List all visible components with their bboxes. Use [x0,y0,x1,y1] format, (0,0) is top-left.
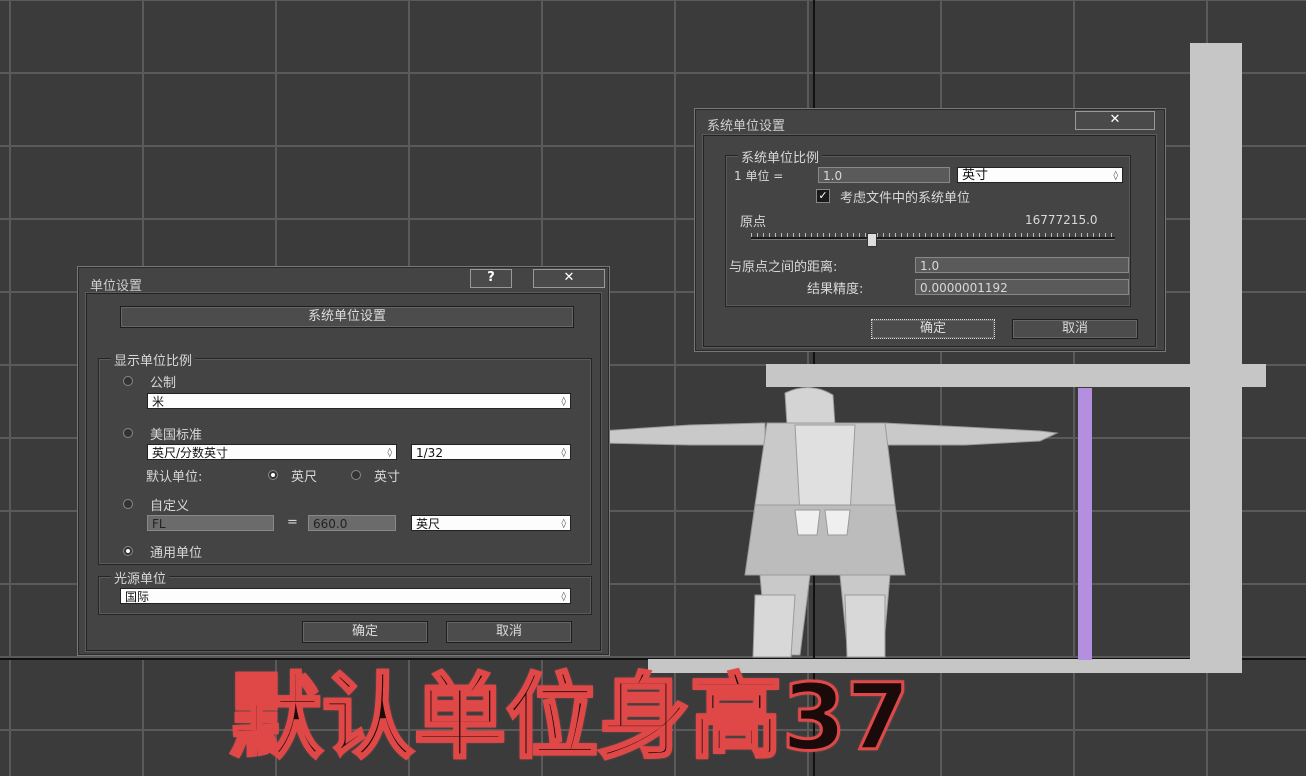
origin-slider-thumb[interactable] [867,233,878,247]
custom-radio[interactable] [123,499,133,509]
generic-unit-label: 通用单位 [150,546,203,561]
us-fraction-value: 1/32 [416,446,443,460]
lighting-units-label: 光源单位 [111,568,170,587]
metric-unit-value: 米 [152,395,165,409]
metric-radio[interactable] [123,376,133,386]
close-icon[interactable]: ✕ [533,269,605,288]
custom-label: 自定义 [150,499,190,514]
system-unit-setup-button[interactable]: 系统单位设置 [120,306,574,328]
default-feet-label: 英尺 [291,470,318,485]
scale-unit-value: 英寸 [962,168,989,183]
ok-button[interactable]: 确定 [871,319,995,339]
default-unit-label: 默认单位: [146,470,203,485]
cancel-button[interactable]: 取消 [446,621,572,643]
origin-label: 原点 [740,215,767,230]
origin-value: 16777215.0 [1025,213,1098,227]
cancel-button[interactable]: 取消 [1012,319,1138,339]
us-unit-select[interactable]: 英尺/分数英寸 ◊ [147,444,397,460]
us-fraction-select[interactable]: 1/32 ◊ [411,444,571,460]
respect-file-units-label: 考虑文件中的系统单位 [840,191,971,206]
system-unit-setup-title: 系统单位设置 [707,119,786,134]
default-feet-radio[interactable] [268,470,278,480]
respect-file-units-checkbox[interactable]: ✓ [816,189,830,203]
origin-slider-track[interactable] [751,237,1115,240]
system-unit-setup-dialog: 系统单位设置 ✕ 系统单位比例 1 单位 = 1.0 英寸 ◊ ✓ 考虑文件中的… [694,108,1166,352]
precision-label: 结果精度: [807,282,864,297]
help-button[interactable]: ? [470,269,512,288]
default-inch-label: 英寸 [374,470,401,485]
display-unit-scale-label: 显示单位比例 [111,350,196,369]
us-standard-label: 美国标准 [150,428,203,443]
spinner-icon: ◊ [561,397,566,407]
distance-label: 与原点之间的距离: [729,260,838,275]
metric-label: 公制 [150,376,177,391]
custom-equals: = [287,515,298,530]
lighting-units-select[interactable]: 国际 ◊ [120,588,571,604]
height-measure-bar[interactable] [1078,388,1092,660]
custom-unit-select[interactable]: 英尺 ◊ [411,515,571,531]
custom-name-input[interactable]: FL [147,515,274,531]
scene-top-beam[interactable] [766,364,1266,387]
distance-value-input[interactable]: 1.0 [915,257,1129,273]
generic-unit-radio[interactable] [123,546,133,556]
custom-unit-value: 英尺 [416,517,441,531]
spinner-icon: ◊ [561,519,566,529]
unit-setup-title: 单位设置 [90,279,143,294]
precision-value-input[interactable]: 0.0000001192 [915,279,1129,295]
system-unit-scale-label: 系统单位比例 [738,147,823,166]
scale-value-input[interactable]: 1.0 [818,167,950,183]
caption-text: 默认单位身高37 [229,664,912,771]
one-unit-label: 1 单位 = [734,169,784,183]
character-model[interactable] [595,385,1065,665]
us-standard-radio[interactable] [123,428,133,438]
scene-post[interactable] [1190,43,1242,673]
lighting-units-value: 国际 [125,590,150,604]
scale-unit-select[interactable]: 英寸 ◊ [957,167,1123,183]
spinner-icon: ◊ [1113,171,1118,181]
close-icon[interactable]: ✕ [1075,111,1155,130]
us-unit-value: 英尺/分数英寸 [152,446,229,460]
default-inch-radio[interactable] [351,470,361,480]
custom-value-input[interactable]: 660.0 [308,515,396,531]
metric-unit-select[interactable]: 米 ◊ [147,393,571,409]
spinner-icon: ◊ [561,592,566,602]
unit-setup-dialog: 单位设置 ? ✕ 系统单位设置 显示单位比例 公制 米 ◊ 美国标准 英尺/分数… [77,266,610,656]
ok-button[interactable]: 确定 [302,621,428,643]
spinner-icon: ◊ [561,448,566,458]
spinner-icon: ◊ [387,448,392,458]
